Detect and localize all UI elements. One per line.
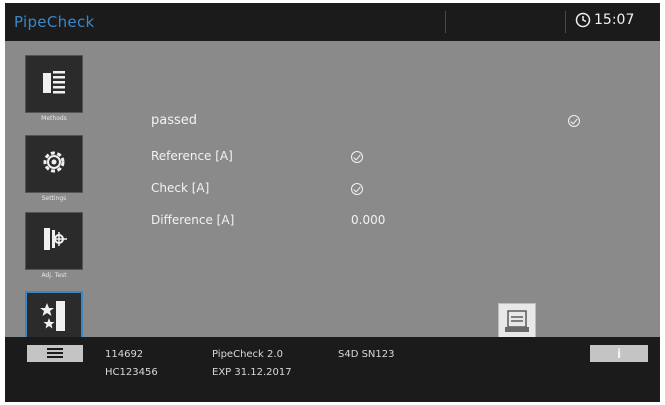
top-bar-divider <box>565 11 566 33</box>
status-check-icon <box>568 115 580 127</box>
reference-check-icon <box>351 151 363 163</box>
menu-button[interactable] <box>27 345 83 362</box>
top-bar-divider <box>445 11 446 33</box>
sidebar-item-settings[interactable]: Settings <box>25 135 85 202</box>
settings-gear-icon <box>39 147 69 181</box>
favorites-stars-icon <box>39 299 69 337</box>
sidebar-item-methods[interactable]: Methods <box>25 55 85 122</box>
favorites-tile <box>25 291 83 341</box>
clock-time: 15:07 <box>594 12 635 28</box>
difference-label: Difference [A] <box>151 213 235 227</box>
model-name: PipeCheck 2.0 <box>212 349 283 360</box>
methods-tile <box>25 55 83 113</box>
device-id: HC123456 <box>105 367 158 378</box>
settings-tile <box>25 135 83 193</box>
screen: PipeCheck 15:07 Methods Settings Adj. Te… <box>5 3 660 402</box>
bottom-bar: 114692 PipeCheck 2.0 S4D SN123 HC123456 … <box>5 337 660 402</box>
difference-value: 0.000 <box>351 213 386 227</box>
top-bar: PipeCheck 15:07 <box>5 3 660 41</box>
reference-label: Reference [A] <box>151 149 233 163</box>
check-label: Check [A] <box>151 181 210 195</box>
serial-number: 114692 <box>105 349 144 360</box>
sidebar-item-label: Methods <box>41 115 67 122</box>
adjustment-test-icon <box>39 224 69 258</box>
sidebar-item-label: Adj. Test <box>41 272 67 279</box>
clock: 15:07 <box>575 12 634 28</box>
sidebar-item-favorites[interactable] <box>25 291 85 341</box>
sidebar-item-adj-test[interactable]: Adj. Test <box>25 212 85 279</box>
clock-icon <box>575 12 591 28</box>
hamburger-menu-icon <box>47 344 63 363</box>
adjustment-test-tile <box>25 212 83 270</box>
app-title: PipeCheck <box>14 13 95 31</box>
info-icon: i <box>616 346 622 361</box>
info-button[interactable]: i <box>590 345 648 362</box>
expiry-date: EXP 31.12.2017 <box>212 367 292 378</box>
print-button[interactable] <box>498 303 536 338</box>
status-text: passed <box>151 113 198 128</box>
sidebar-item-label: Settings <box>41 195 67 202</box>
check-check-icon <box>351 183 363 195</box>
methods-icon <box>39 67 69 101</box>
sensor-info: S4D SN123 <box>338 349 395 360</box>
